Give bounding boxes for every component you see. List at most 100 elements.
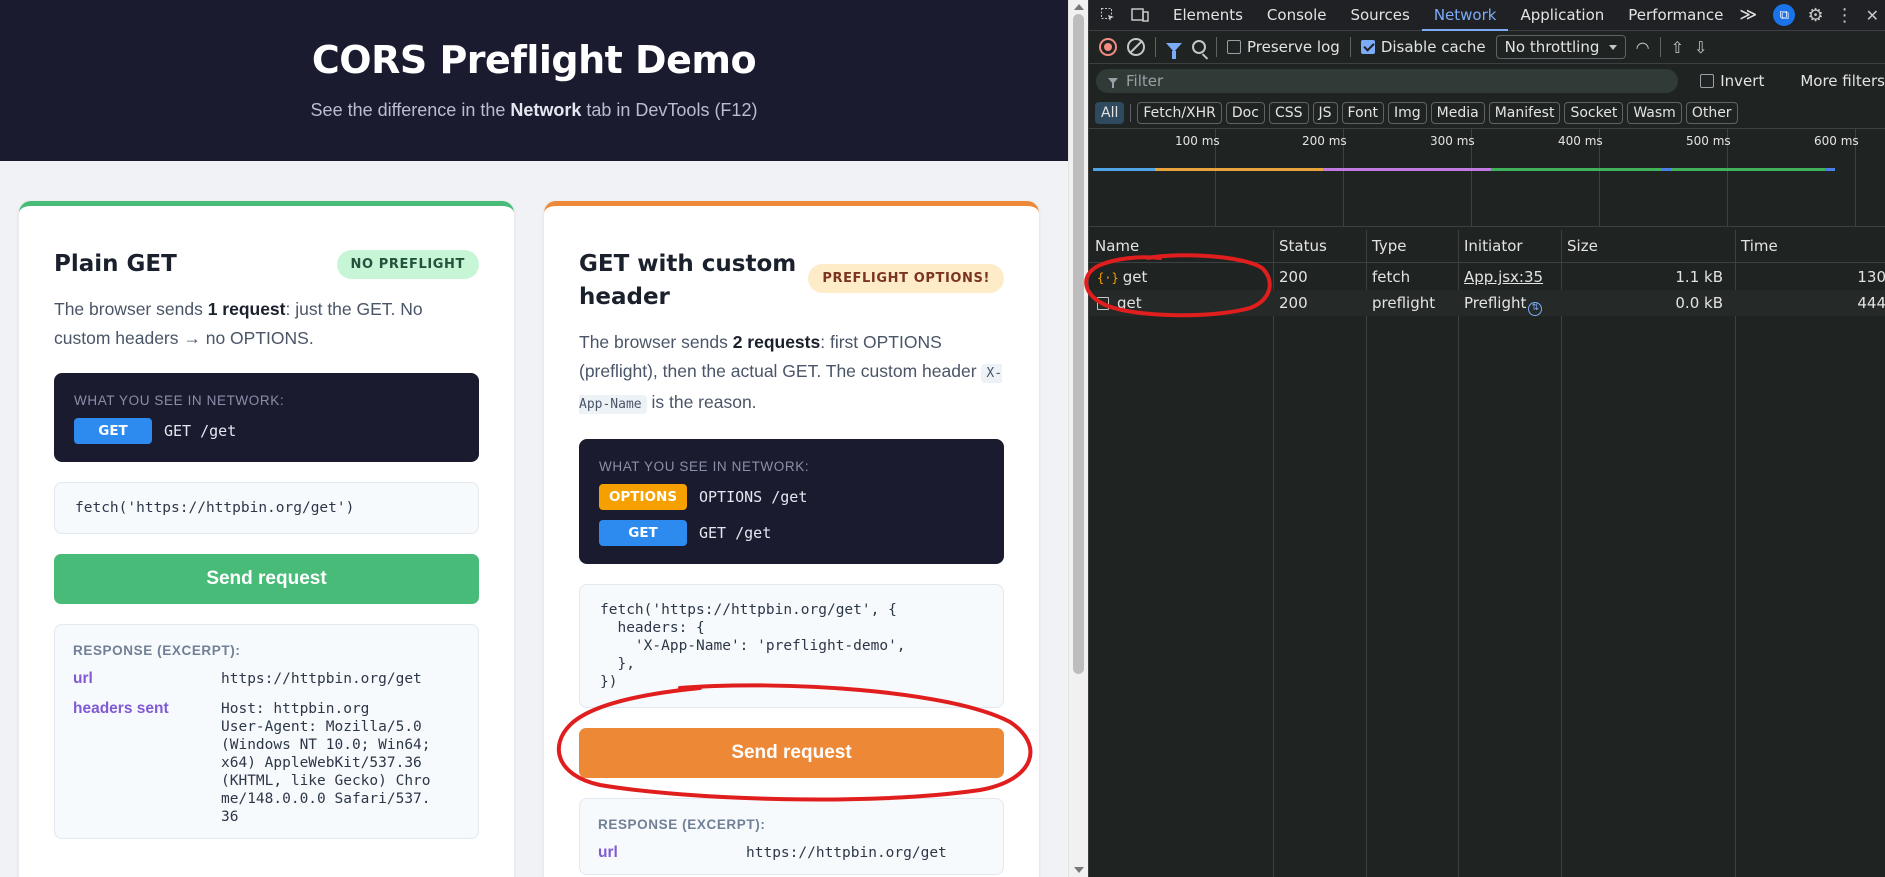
preflight-icon[interactable]: ⇅	[1528, 302, 1543, 316]
card-description: The browser sends 1 request: just the GE…	[54, 299, 423, 348]
scroll-down-icon[interactable]	[1074, 867, 1084, 873]
column-header-type[interactable]: Type	[1372, 230, 1407, 263]
response-label: RESPONSE (EXCERPT):	[73, 643, 241, 658]
network-toolbar: Preserve log Disable cache No throttling…	[1089, 31, 1885, 64]
timeline-tick: 200 ms	[1302, 134, 1347, 148]
import-har-icon[interactable]: ⇧	[1671, 38, 1684, 57]
throttling-select[interactable]: No throttling	[1495, 35, 1626, 59]
type-filter-img[interactable]: Img	[1388, 102, 1427, 124]
checkbox-checked-icon[interactable]	[1360, 40, 1375, 54]
request-path: GET /get	[164, 422, 237, 440]
response-value: https://httpbin.org/get	[221, 671, 422, 687]
tab-network[interactable]: Network	[1421, 0, 1509, 31]
code-snippet: fetch('https://httpbin.org/get')	[54, 482, 479, 534]
network-conditions-icon[interactable]: ◠	[1636, 38, 1650, 57]
more-tabs-icon[interactable]: ≫	[1735, 0, 1761, 31]
response-key: url	[598, 844, 618, 861]
tab-application[interactable]: Application	[1508, 0, 1616, 31]
response-value: Host: httpbin.org User-Agent: Mozilla/5.…	[221, 701, 431, 825]
inspect-element-icon[interactable]	[1097, 4, 1119, 26]
type-filter-fetch-xhr[interactable]: Fetch/XHR	[1137, 102, 1222, 124]
export-har-icon[interactable]: ⇩	[1694, 38, 1707, 57]
more-filters-dropdown[interactable]: More filters	[1800, 72, 1885, 90]
request-path: OPTIONS /get	[699, 488, 808, 506]
initiator-link: Preflight	[1464, 294, 1527, 312]
request-type: fetch	[1372, 268, 1411, 286]
card-title: GET with custom header	[579, 251, 797, 310]
request-size: 0.0 kB	[1675, 294, 1723, 312]
card-title: Plain GET	[54, 251, 177, 277]
initiator-link[interactable]: App.jsx:35	[1464, 264, 1543, 290]
tab-elements[interactable]: Elements	[1161, 0, 1255, 31]
filter-toggle-icon[interactable]	[1166, 42, 1182, 59]
column-header-status[interactable]: Status	[1279, 230, 1327, 263]
request-table: Name Status Type Initiator Size Time {·}…	[1089, 230, 1885, 877]
column-header-time[interactable]: Time	[1741, 230, 1778, 263]
type-filter-all[interactable]: All	[1095, 102, 1125, 124]
timeline-tick: 300 ms	[1430, 134, 1475, 148]
devtools-tab-bar: Elements Console Sources Network Applica…	[1089, 0, 1885, 31]
code-snippet: fetch('https://httpbin.org/get', { heade…	[579, 584, 1004, 708]
timeline-bar	[1155, 168, 1323, 171]
network-preview: WHAT YOU SEE IN NETWORK: OPTIONS OPTIONS…	[579, 439, 1004, 564]
gear-icon[interactable]: ⚙	[1807, 5, 1823, 26]
type-filter-js[interactable]: JS	[1312, 102, 1338, 124]
filter-icon	[1108, 78, 1118, 88]
type-filter-socket[interactable]: Socket	[1564, 102, 1624, 124]
network-preview-label: WHAT YOU SEE IN NETWORK:	[74, 393, 285, 408]
network-overview-timeline[interactable]: 100 ms 200 ms 300 ms 400 ms 500 ms 600 m…	[1089, 128, 1885, 227]
demo-page: CORS Preflight Demo See the difference i…	[0, 0, 1068, 877]
record-stop-icon[interactable]	[1099, 38, 1117, 56]
scroll-up-icon[interactable]	[1074, 4, 1084, 10]
type-filter-font[interactable]: Font	[1341, 102, 1384, 124]
hero-banner: CORS Preflight Demo See the difference i…	[0, 0, 1068, 161]
preserve-log-checkbox[interactable]: Preserve log	[1227, 38, 1340, 56]
network-preview-row: OPTIONS OPTIONS /get	[599, 484, 984, 510]
send-request-button[interactable]: Send request	[579, 728, 1004, 778]
request-time: 130	[1857, 268, 1885, 286]
table-row[interactable]: get 200 preflight Preflight ⇅ 0.0 kB 444	[1089, 290, 1885, 316]
column-header-name[interactable]: Name	[1095, 230, 1140, 263]
tab-console[interactable]: Console	[1255, 0, 1339, 31]
extension-icon[interactable]: ⧉	[1773, 4, 1796, 26]
request-time: 444	[1857, 294, 1885, 312]
kebab-menu-icon[interactable]: ⋮	[1836, 5, 1854, 26]
response-key: url	[73, 670, 93, 687]
type-filter-other[interactable]: Other	[1685, 102, 1738, 124]
type-filter-wasm[interactable]: Wasm	[1627, 102, 1682, 124]
response-excerpt: RESPONSE (EXCERPT): url https://httpbin.…	[579, 798, 1004, 875]
timeline-bar	[1671, 168, 1825, 171]
timeline-tick: 600 ms	[1814, 134, 1859, 148]
checkbox-icon[interactable]	[1227, 40, 1241, 54]
response-key: headers sent	[73, 700, 169, 717]
clear-icon[interactable]	[1127, 38, 1145, 56]
disable-cache-checkbox[interactable]: Disable cache	[1360, 38, 1486, 56]
filter-input[interactable]: Filter	[1096, 69, 1679, 93]
send-request-button[interactable]: Send request	[54, 554, 479, 604]
column-header-size[interactable]: Size	[1567, 230, 1598, 263]
search-icon[interactable]	[1192, 40, 1206, 54]
checkbox-icon[interactable]	[1700, 74, 1715, 88]
column-header-initiator[interactable]: Initiator	[1464, 230, 1523, 263]
tab-performance[interactable]: Performance	[1616, 0, 1735, 31]
method-badge: GET	[74, 418, 152, 444]
device-toolbar-icon[interactable]	[1129, 4, 1151, 26]
scroll-thumb[interactable]	[1073, 14, 1084, 674]
page-scrollbar[interactable]	[1068, 0, 1088, 877]
table-row[interactable]: {·} get 200 fetch App.jsx:35 1.1 kB 130	[1089, 264, 1885, 290]
response-row: headers sent Host: httpbin.org User-Agen…	[73, 700, 460, 826]
response-row: url https://httpbin.org/get	[73, 670, 460, 688]
type-filter-media[interactable]: Media	[1430, 102, 1485, 124]
invert-checkbox[interactable]: Invert	[1700, 72, 1764, 90]
request-path: GET /get	[699, 524, 772, 542]
fetch-request-icon: {·}	[1097, 271, 1119, 285]
type-filter-manifest[interactable]: Manifest	[1488, 102, 1561, 124]
type-filter-doc[interactable]: Doc	[1225, 102, 1265, 124]
tab-sources[interactable]: Sources	[1338, 0, 1421, 31]
close-icon[interactable]: ✕	[1866, 6, 1879, 25]
card-description: The browser sends 2 requests: first OPTI…	[579, 332, 1003, 414]
network-preview-row: GET GET /get	[599, 520, 984, 546]
type-filter-css[interactable]: CSS	[1268, 102, 1309, 124]
document-icon	[1097, 297, 1109, 310]
request-type: preflight	[1372, 294, 1436, 312]
